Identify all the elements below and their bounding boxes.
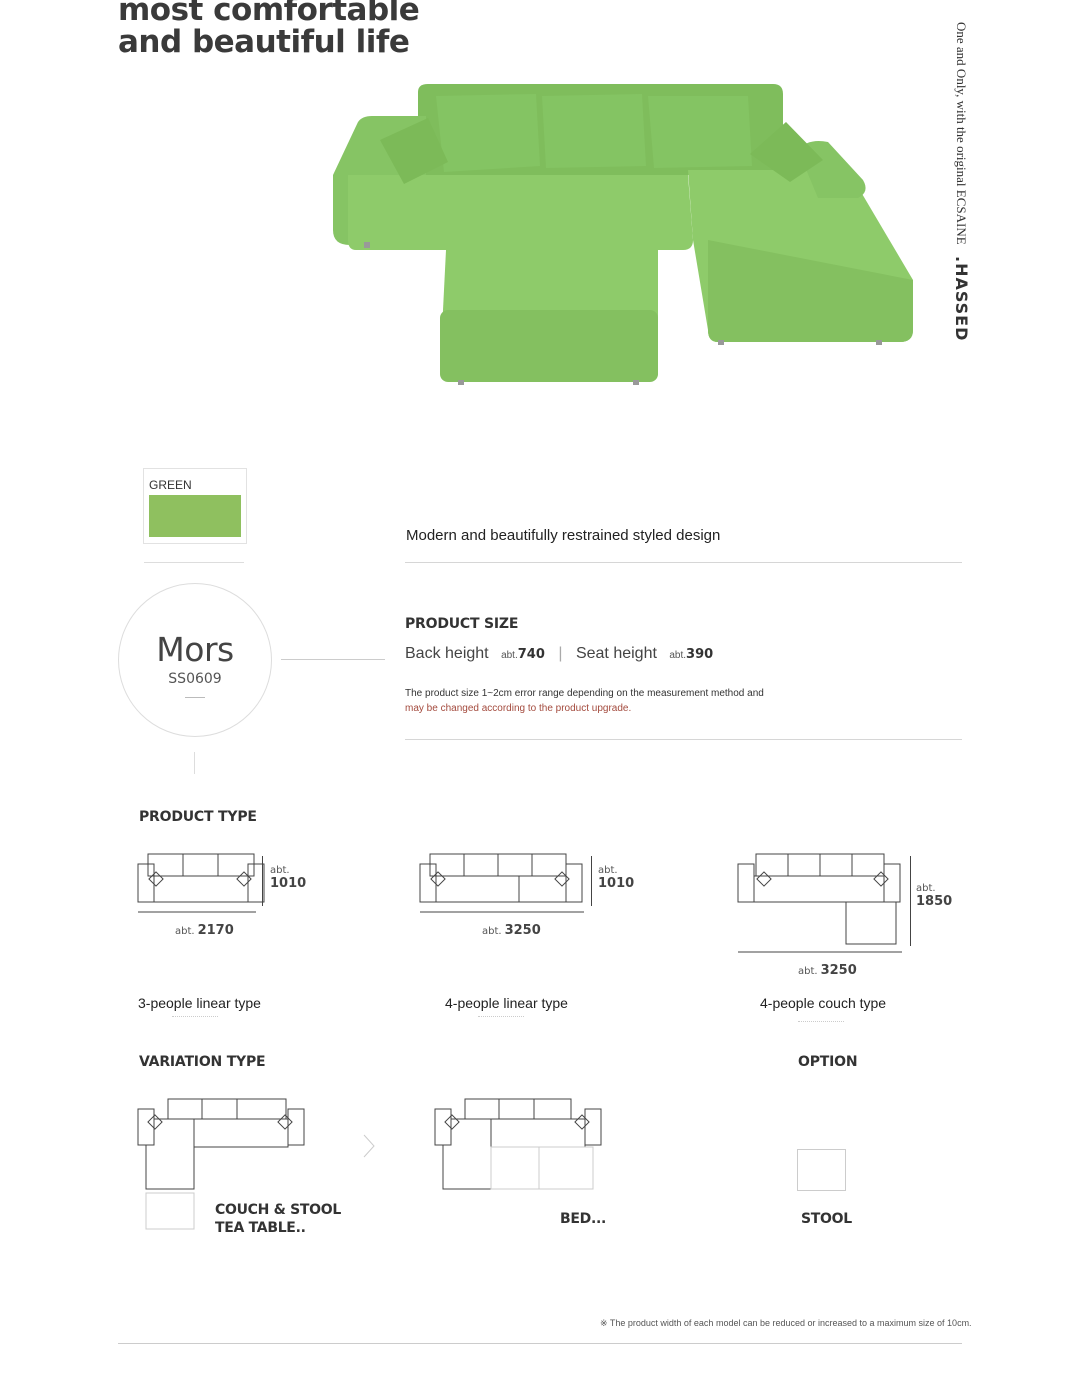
back-height-label: Back height xyxy=(405,645,489,662)
bed-diagram xyxy=(434,1098,602,1190)
four-seat-diagram xyxy=(419,853,584,913)
type-label: 3-people linear type xyxy=(138,995,261,1011)
headline-line-2: and beautiful life xyxy=(118,24,410,60)
three-seat-diagram xyxy=(137,853,265,913)
dimension-line xyxy=(262,856,263,906)
variation-label-line-2: TEA TABLE.. xyxy=(215,1220,306,1236)
width-dimension: abt. 2170 xyxy=(175,919,234,938)
tagline: Modern and beautifully restrained styled… xyxy=(406,527,721,544)
side-caption: One and Only, with the original ECSAINE … xyxy=(952,22,971,341)
size-note: The product size 1~2cm error range depen… xyxy=(405,688,764,699)
variation-type-title: VARIATION TYPE xyxy=(139,1054,266,1070)
option-title: OPTION xyxy=(798,1054,858,1070)
footnote: ※ The product width of each model can be… xyxy=(600,1318,972,1328)
divider xyxy=(405,562,962,563)
abt-label: abt. xyxy=(482,926,502,937)
product-size-title: PRODUCT SIZE xyxy=(405,616,519,632)
dimension-line xyxy=(910,856,911,946)
depth-dimension: abt. 1010 xyxy=(598,864,634,890)
chevron-right-icon xyxy=(363,1134,375,1158)
divider xyxy=(798,1021,844,1023)
type-label: 4-people couch type xyxy=(760,995,887,1011)
connector-line xyxy=(194,752,195,774)
variation-label: BED... xyxy=(560,1211,607,1227)
divider xyxy=(118,1343,962,1344)
couch-diagram xyxy=(737,853,902,953)
size-values: Back height abt.740 | Seat height abt.39… xyxy=(405,645,713,663)
divider xyxy=(144,562,244,563)
side-brand: .HASSED xyxy=(952,255,971,342)
seat-height-value: 390 xyxy=(686,647,714,662)
width-dimension: abt. 3250 xyxy=(798,959,857,978)
depth-value: 1010 xyxy=(270,876,307,891)
abt-label: abt. xyxy=(798,966,818,977)
product-name: Mors xyxy=(156,630,234,669)
product-type-title: PRODUCT TYPE xyxy=(139,809,257,825)
width-value: 2170 xyxy=(197,923,234,938)
abt-label: abt. xyxy=(175,926,195,937)
depth-dimension: abt. 1010 xyxy=(270,864,306,890)
seat-height-label: Seat height xyxy=(575,645,657,662)
color-option[interactable]: GREEN xyxy=(143,468,247,544)
product-name-badge: Mors SS0609 xyxy=(118,583,272,737)
back-height-value: 740 xyxy=(517,647,545,662)
divider xyxy=(405,739,962,740)
headline-line-1: most comfortable xyxy=(118,0,420,28)
separator: | xyxy=(558,645,563,662)
dimension-line xyxy=(591,856,592,906)
headline: most comfortable and beautiful life xyxy=(118,0,420,60)
divider xyxy=(172,1016,218,1018)
depth-dimension: abt. 1850 xyxy=(916,882,952,908)
side-caption-text: One and Only, with the original ECSAINE xyxy=(954,22,969,245)
width-value: 3250 xyxy=(820,963,857,978)
product-code: SS0609 xyxy=(168,671,222,687)
option-label: STOOL xyxy=(801,1211,852,1227)
variation-label-line-1: COUCH & STOOL xyxy=(215,1202,341,1218)
sofa-image xyxy=(333,84,913,385)
type-label: 4-people linear type xyxy=(445,995,568,1011)
size-note-warning: may be changed according to the product … xyxy=(405,703,632,714)
abt-label: abt. xyxy=(669,650,687,661)
depth-value: 1850 xyxy=(916,894,953,909)
abt-label: abt. xyxy=(501,650,518,661)
connector-line xyxy=(281,659,385,660)
divider xyxy=(185,697,205,698)
variation-label: COUCH & STOOL TEA TABLE.. xyxy=(215,1201,341,1237)
color-option-label: GREEN xyxy=(149,478,192,492)
width-value: 3250 xyxy=(504,923,541,938)
color-swatch xyxy=(149,495,241,537)
stool-diagram xyxy=(797,1149,846,1191)
divider xyxy=(478,1016,524,1018)
width-dimension: abt. 3250 xyxy=(482,919,541,938)
depth-value: 1010 xyxy=(598,876,635,891)
